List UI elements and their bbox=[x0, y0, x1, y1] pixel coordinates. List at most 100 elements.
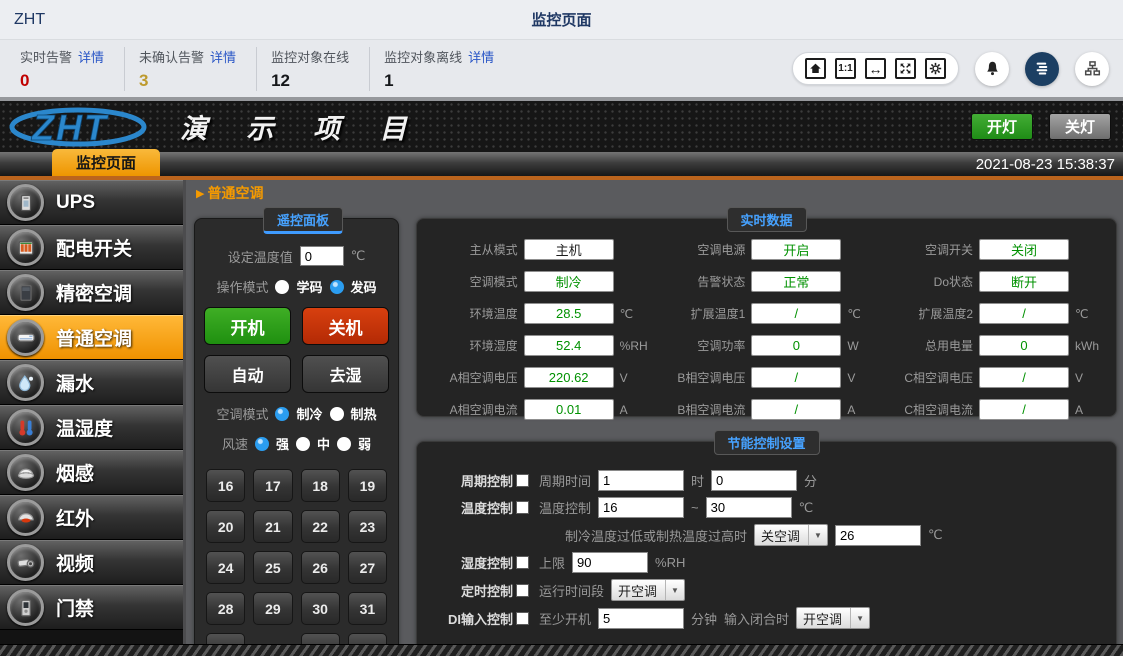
humidity-limit-input[interactable] bbox=[572, 552, 648, 573]
sidebar-item-common-ac[interactable]: 普通空调 bbox=[0, 315, 183, 360]
radio-cooling[interactable] bbox=[275, 407, 289, 421]
temp-key[interactable]: 28 bbox=[206, 592, 245, 625]
temp-key[interactable]: 24 bbox=[206, 551, 245, 584]
set-temp-row: 设定温度值 ℃ bbox=[199, 246, 394, 266]
tab-bar: 监控页面 2021-08-23 15:38:37 bbox=[0, 152, 1123, 180]
cycle-hour-input[interactable] bbox=[598, 470, 684, 491]
light-off-button[interactable]: 关灯 bbox=[1049, 113, 1111, 140]
dehumidify-button[interactable]: 去湿 bbox=[302, 355, 389, 393]
power-on-button[interactable]: 开机 bbox=[204, 307, 291, 345]
temp-key[interactable]: 27 bbox=[348, 551, 387, 584]
temp-key[interactable]: 30 bbox=[301, 592, 340, 625]
timer-action-select[interactable]: 开空调▼ bbox=[611, 579, 685, 601]
temp-key[interactable]: 31 bbox=[348, 592, 387, 625]
temp-key[interactable]: 25 bbox=[253, 551, 292, 584]
radio-heating[interactable] bbox=[330, 407, 344, 421]
value-box: 开启 bbox=[751, 239, 841, 260]
temp-key[interactable]: 16 bbox=[206, 469, 245, 502]
sidebar-item-label: 视频 bbox=[56, 549, 94, 576]
section-title: ▶ 普通空调 bbox=[196, 183, 1117, 203]
value-box: 正常 bbox=[751, 271, 841, 292]
temp-key[interactable]: 29 bbox=[253, 592, 292, 625]
infrared-sensor-icon bbox=[7, 499, 44, 536]
overrun-temp-input[interactable] bbox=[835, 525, 921, 546]
sidebar-item-infrared[interactable]: 红外 bbox=[0, 495, 183, 540]
fullscreen-icon[interactable] bbox=[895, 58, 916, 79]
temp-key[interactable]: 26 bbox=[301, 551, 340, 584]
sidebar-item-smoke[interactable]: 烟感 bbox=[0, 450, 183, 495]
details-link[interactable]: 详情 bbox=[468, 50, 494, 65]
settings-gear-icon[interactable] bbox=[925, 58, 946, 79]
temp-key[interactable]: 17 bbox=[253, 469, 292, 502]
cycle-control-checkbox[interactable] bbox=[516, 474, 529, 487]
power-off-button[interactable]: 关机 bbox=[302, 307, 389, 345]
stat-label: 监控对象在线 bbox=[271, 50, 349, 65]
temp-key[interactable]: 22 bbox=[301, 510, 340, 543]
temp-key[interactable]: 19 bbox=[348, 469, 387, 502]
humidity-control-checkbox[interactable] bbox=[516, 556, 529, 569]
panel-tab-energy: 节能控制设置 bbox=[713, 430, 819, 455]
breaker-icon bbox=[7, 229, 44, 266]
temp-max-input[interactable] bbox=[706, 497, 792, 518]
sidebar-item-temp-humidity[interactable]: 温湿度 bbox=[0, 405, 183, 450]
radio-fan-weak[interactable] bbox=[337, 437, 351, 451]
value-box: 制冷 bbox=[524, 271, 614, 292]
menu-list-button[interactable] bbox=[1025, 52, 1059, 86]
temp-key[interactable]: 23 bbox=[348, 510, 387, 543]
temp-min-input[interactable] bbox=[598, 497, 684, 518]
radio-fan-medium[interactable] bbox=[296, 437, 310, 451]
auto-mode-button[interactable]: 自动 bbox=[204, 355, 291, 393]
temp-key[interactable]: 18 bbox=[301, 469, 340, 502]
di-input-control-row: DI输入控制 至少开机 分钟 输入闭合时 开空调▼ bbox=[427, 607, 1106, 629]
value-box: 关闭 bbox=[979, 239, 1069, 260]
thermometer-icon bbox=[7, 409, 44, 446]
realtime-field: 空调电源开启 bbox=[653, 239, 881, 260]
sidebar-item-water-leak[interactable]: 漏水 bbox=[0, 360, 183, 405]
fit-width-icon[interactable]: ↔ bbox=[865, 58, 886, 79]
alarm-bell-button[interactable] bbox=[975, 52, 1009, 86]
overrun-action-select[interactable]: 关空调▼ bbox=[754, 524, 828, 546]
cycle-minute-input[interactable] bbox=[711, 470, 797, 491]
set-temp-input[interactable] bbox=[300, 246, 344, 266]
zht-logo: ZHT bbox=[6, 104, 164, 150]
realtime-field: A相空调电流0.01A bbox=[425, 399, 653, 420]
topology-button[interactable] bbox=[1075, 52, 1109, 86]
radio-fan-strong[interactable] bbox=[255, 437, 269, 451]
sidebar-item-label: 漏水 bbox=[56, 369, 94, 396]
radio-send-code[interactable] bbox=[330, 280, 344, 294]
timer-control-checkbox[interactable] bbox=[516, 584, 529, 597]
one-to-one-icon[interactable]: 1:1 bbox=[835, 58, 856, 79]
sidebar-item-precision-ac[interactable]: 精密空调 bbox=[0, 270, 183, 315]
main-content: ▶ 普通空调 遥控面板 设定温度值 ℃ 操作模式 学码 发码 bbox=[186, 180, 1123, 644]
temp-key[interactable]: 21 bbox=[253, 510, 292, 543]
value-box: 52.4 bbox=[524, 335, 614, 356]
temp-control-checkbox[interactable] bbox=[516, 501, 529, 514]
toolbar: 1:1 ↔ bbox=[792, 52, 1123, 86]
temp-key[interactable]: 20 bbox=[206, 510, 245, 543]
radio-learn-code[interactable] bbox=[275, 280, 289, 294]
device-sidebar: UPS 配电开关 精密空调 普通空调 漏水 温湿度 烟感 红外 bbox=[0, 180, 186, 644]
realtime-field: 空调开关关闭 bbox=[880, 239, 1108, 260]
sidebar-item-ups[interactable]: UPS bbox=[0, 180, 183, 225]
value-box: / bbox=[979, 303, 1069, 324]
sidebar-item-door-access[interactable]: 门禁 bbox=[0, 585, 183, 630]
realtime-field: 空调模式制冷 bbox=[425, 271, 653, 292]
home-icon[interactable] bbox=[805, 58, 826, 79]
sidebar-item-power-switch[interactable]: 配电开关 bbox=[0, 225, 183, 270]
water-drop-icon bbox=[7, 364, 44, 401]
realtime-data-panel: 实时数据 主从模式主机 空调电源开启 空调开关关闭 空调模式制冷 告警状态正常 … bbox=[416, 218, 1117, 417]
temp-overrun-row: 制冷温度过低或制热温度过高时 关空调▼ ℃ bbox=[539, 524, 1106, 546]
realtime-field: 告警状态正常 bbox=[653, 271, 881, 292]
di-min-minutes-input[interactable] bbox=[598, 608, 684, 629]
sidebar-item-video[interactable]: 视频 bbox=[0, 540, 183, 585]
precision-ac-icon bbox=[7, 274, 44, 311]
di-control-checkbox[interactable] bbox=[516, 612, 529, 625]
light-on-button[interactable]: 开灯 bbox=[971, 113, 1033, 140]
topology-icon bbox=[1084, 60, 1101, 77]
value-box: / bbox=[751, 303, 841, 324]
details-link[interactable]: 详情 bbox=[210, 50, 236, 65]
realtime-field: B相空调电压/V bbox=[653, 367, 881, 388]
di-action-select[interactable]: 开空调▼ bbox=[796, 607, 870, 629]
tab-monitor-page[interactable]: 监控页面 bbox=[52, 149, 160, 176]
details-link[interactable]: 详情 bbox=[78, 50, 104, 65]
